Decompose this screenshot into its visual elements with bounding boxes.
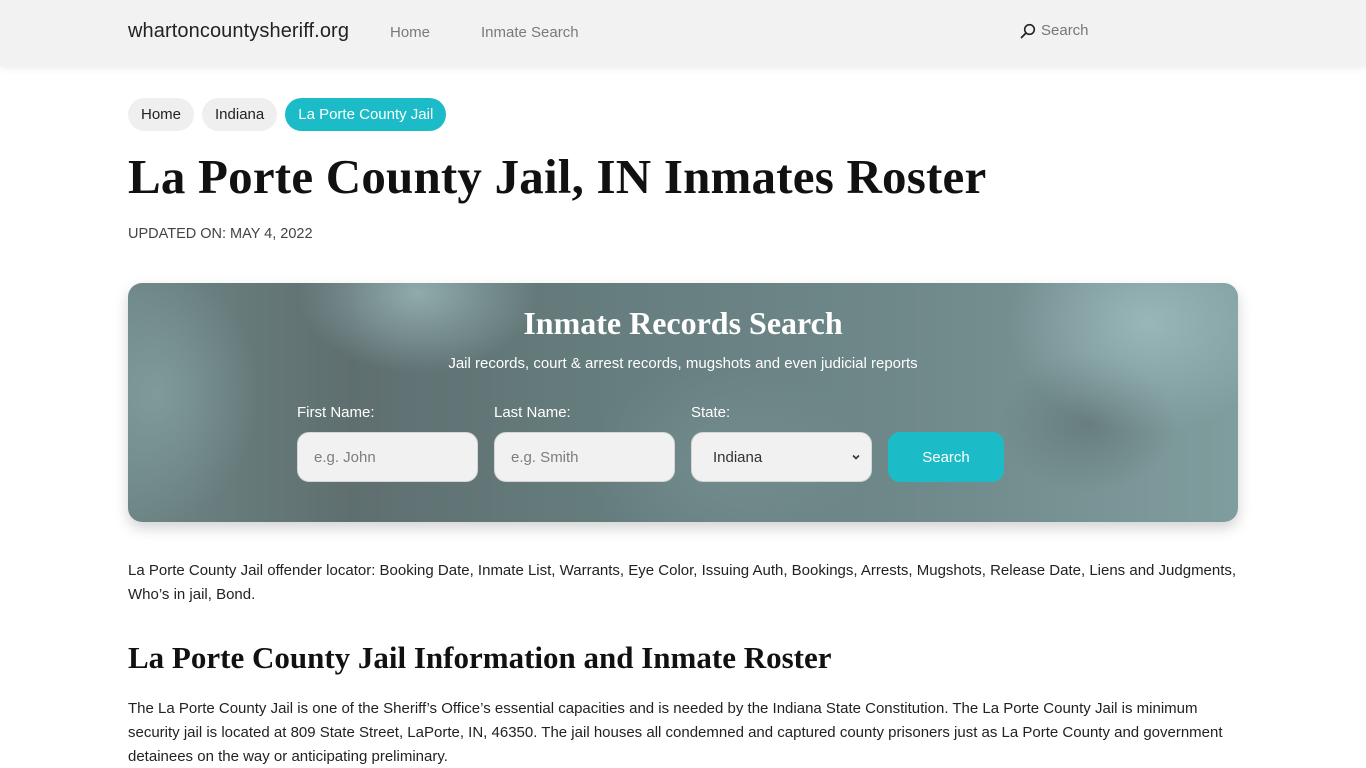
section-title: La Porte County Jail Information and Inm… — [128, 640, 832, 675]
updated-date: UPDATED ON: MAY 4, 2022 — [128, 226, 313, 242]
last-name-input[interactable]: e.g. Smith — [494, 432, 675, 482]
nav-link-home[interactable]: Home — [390, 24, 430, 41]
banner-subtitle: Jail records, court & arrest records, mu… — [448, 355, 918, 372]
state-label: State: — [691, 404, 731, 421]
breadcrumb-home[interactable]: Home — [128, 98, 195, 131]
search-submit-button[interactable]: Search — [888, 432, 1004, 482]
page-title: La Porte County Jail, IN Inmates Roster — [128, 149, 987, 204]
nav-search-label: Search — [1041, 22, 1089, 39]
top-navbar: whartoncountysheriff.org Home Inmate Sea… — [0, 0, 1366, 66]
last-name-label: Last Name: — [494, 404, 571, 421]
breadcrumb: Home Indiana La Porte County Jail — [128, 98, 447, 131]
site-brand-link[interactable]: whartoncountysheriff.org — [128, 20, 349, 43]
state-select[interactable]: Indiana — [691, 432, 872, 482]
first-name-input[interactable]: e.g. John — [297, 432, 478, 482]
nav-link-inmate-search[interactable]: Inmate Search — [481, 24, 579, 41]
first-name-label: First Name: — [297, 404, 375, 421]
breadcrumb-current-la-porte-county-jail[interactable]: La Porte County Jail — [285, 98, 447, 131]
state-selected-value: Indiana — [713, 448, 763, 466]
inmate-search-banner: Inmate Records Search Jail records, cour… — [128, 283, 1238, 522]
breadcrumb-indiana[interactable]: Indiana — [202, 98, 278, 131]
search-icon — [1020, 23, 1036, 38]
banner-title: Inmate Records Search — [523, 305, 843, 341]
nav-search-button[interactable]: Search — [1020, 22, 1089, 39]
jail-info-paragraph: The La Porte County Jail is one of the S… — [128, 700, 1223, 765]
intro-paragraph: La Porte County Jail offender locator: B… — [128, 562, 1237, 603]
chevron-down-icon — [852, 454, 860, 460]
